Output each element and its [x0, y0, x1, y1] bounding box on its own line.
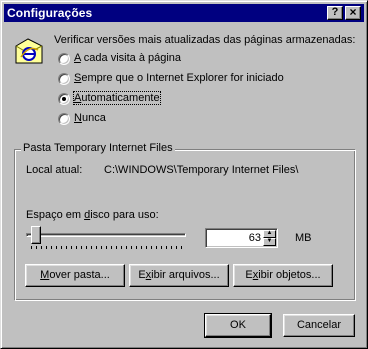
- radio-every-visit[interactable]: [58, 53, 70, 65]
- slider-tick: [111, 246, 112, 249]
- slider-tick: [46, 246, 47, 249]
- slider-tick: [101, 246, 102, 249]
- slider-tick: [171, 246, 172, 249]
- slider-tick: [116, 246, 117, 249]
- spin-down-icon[interactable]: ▼: [263, 238, 276, 246]
- radio-automatically[interactable]: [58, 93, 70, 105]
- slider-tick: [86, 246, 87, 249]
- slider-tick: [126, 246, 127, 249]
- slider-tick: [61, 246, 62, 249]
- slider-tick: [91, 246, 92, 249]
- current-location-value: C:\WINDOWS\Temporary Internet Files\: [104, 164, 299, 176]
- radio-every-visit-label[interactable]: A cada visita à página: [74, 52, 181, 64]
- slider-tick: [51, 246, 52, 249]
- slider-tick: [56, 246, 57, 249]
- cancel-button[interactable]: Cancelar: [283, 314, 355, 337]
- slider-tick: [166, 246, 167, 249]
- view-objects-button[interactable]: Exibir objetos...: [233, 264, 333, 287]
- slider-tick: [71, 246, 72, 249]
- close-button[interactable]: ×: [345, 6, 361, 20]
- title-bar[interactable]: Configurações ? ×: [4, 4, 364, 22]
- temp-files-group-title: Pasta Temporary Internet Files: [21, 142, 175, 154]
- radio-every-start[interactable]: [58, 73, 70, 85]
- slider-tick: [36, 246, 37, 249]
- slider-tick: [76, 246, 77, 249]
- radio-every-start-label[interactable]: Sempre que o Internet Explorer for inici…: [74, 72, 284, 84]
- disk-space-unit: MB: [295, 232, 312, 244]
- slider-tick: [81, 246, 82, 249]
- radio-automatically-label[interactable]: Automaticamente: [73, 91, 161, 105]
- slider-tick: [41, 246, 42, 249]
- settings-dialog: Configurações ? × Verificar versões mais…: [0, 0, 368, 349]
- disk-space-spinbox[interactable]: 63 ▲ ▼: [205, 228, 278, 248]
- disk-space-label: Espaço em disco para uso:: [26, 209, 159, 221]
- radio-never[interactable]: [58, 113, 70, 125]
- slider-tick: [121, 246, 122, 249]
- disk-space-slider-track[interactable]: [26, 233, 186, 237]
- radio-never-label[interactable]: Nunca: [74, 112, 106, 124]
- dialog-title: Configurações: [7, 6, 93, 20]
- disk-space-value[interactable]: 63: [249, 232, 261, 244]
- current-location-label: Local atual:: [26, 164, 83, 176]
- slider-tick: [131, 246, 132, 249]
- ok-button[interactable]: OK: [204, 313, 272, 338]
- slider-tick: [31, 246, 32, 249]
- spin-up-icon[interactable]: ▲: [263, 230, 276, 238]
- slider-tick: [141, 246, 142, 249]
- slider-tick: [181, 246, 182, 249]
- view-files-button[interactable]: Exibir arquivos...: [129, 264, 229, 287]
- help-button[interactable]: ?: [327, 6, 343, 20]
- disk-space-slider-ticks: [31, 246, 186, 249]
- slider-tick: [136, 246, 137, 249]
- slider-tick: [146, 246, 147, 249]
- slider-tick: [106, 246, 107, 249]
- check-versions-heading: Verificar versões mais atualizadas das p…: [54, 34, 356, 46]
- slider-tick: [176, 246, 177, 249]
- slider-tick: [66, 246, 67, 249]
- slider-tick: [151, 246, 152, 249]
- disk-space-slider-thumb[interactable]: [31, 226, 41, 244]
- move-folder-button[interactable]: Mover pasta...: [25, 264, 125, 287]
- slider-tick: [161, 246, 162, 249]
- slider-tick: [96, 246, 97, 249]
- internet-explorer-page-icon: [15, 38, 43, 64]
- slider-tick: [156, 246, 157, 249]
